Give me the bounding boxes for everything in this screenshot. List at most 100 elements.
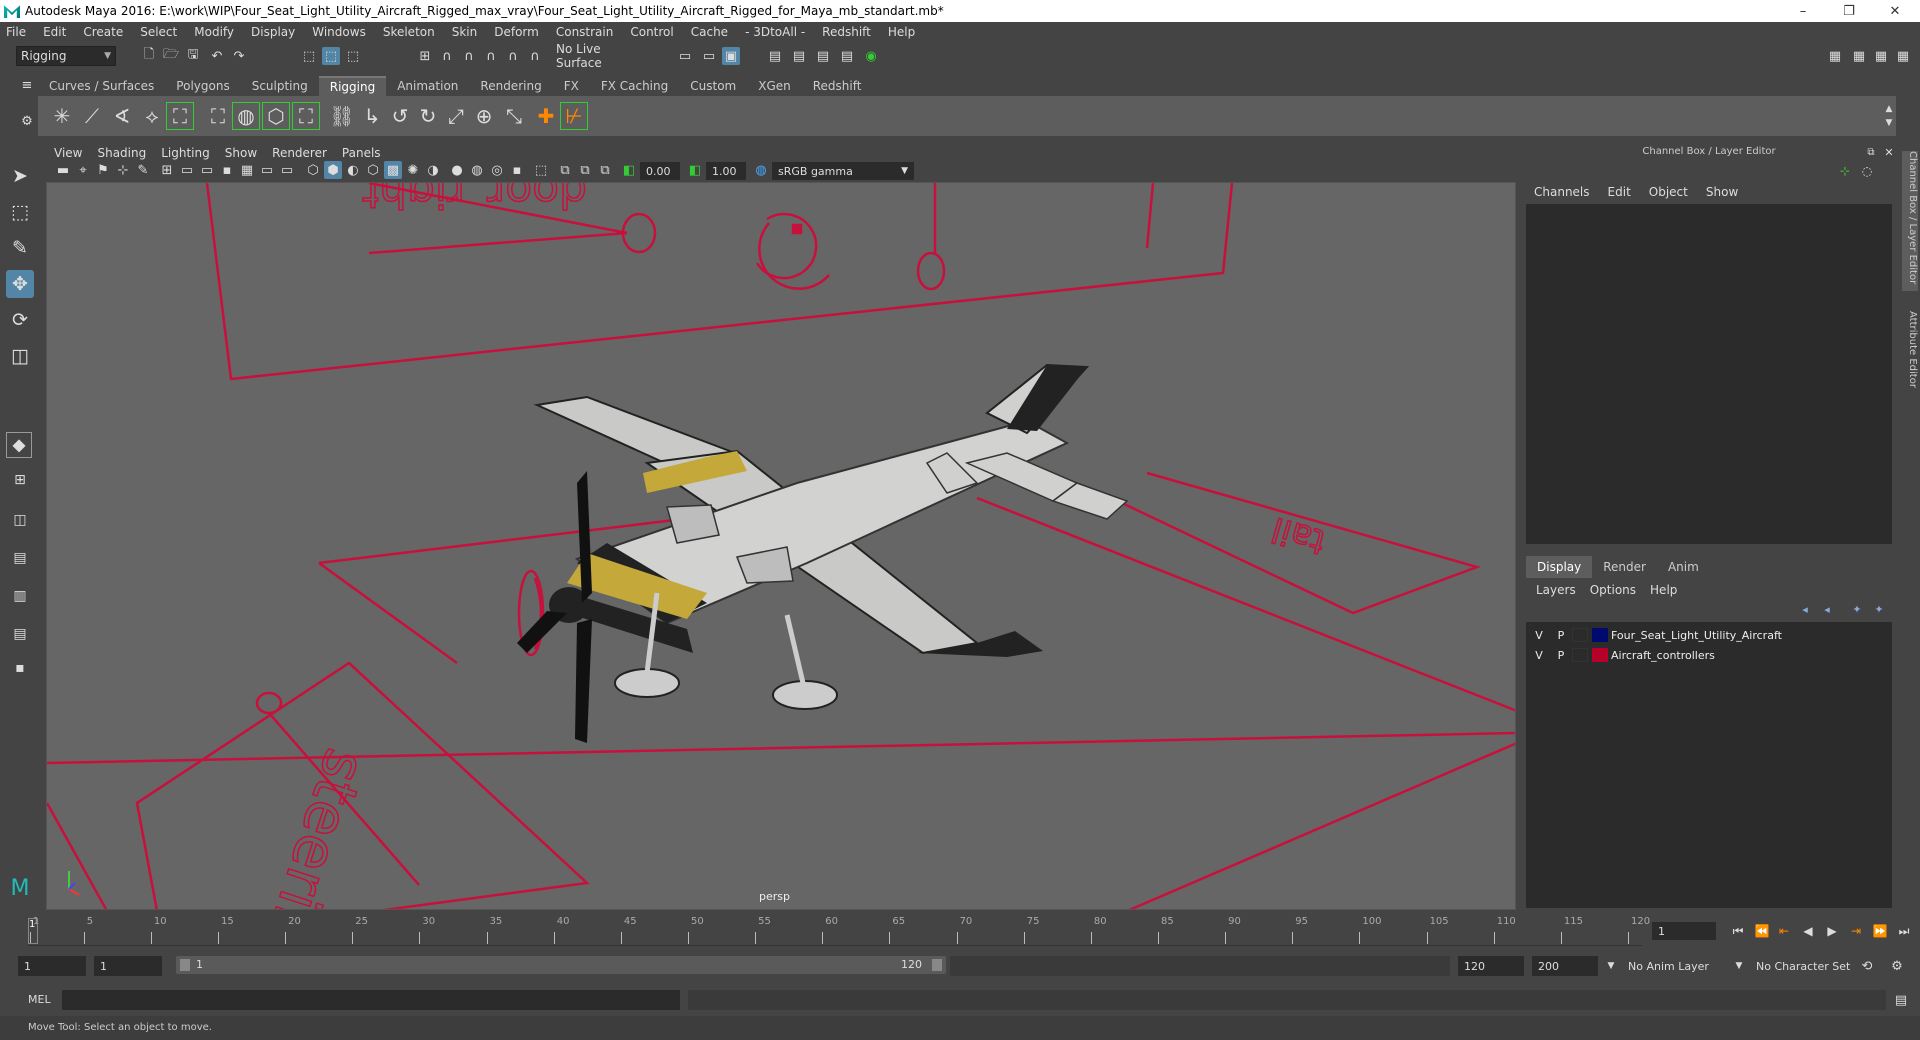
four-view-icon[interactable]: ⊞ (6, 466, 34, 494)
move-layer-down-icon[interactable]: ◂ (1818, 600, 1836, 618)
menu-cache[interactable]: Cache (691, 25, 728, 39)
chevron-down-icon[interactable]: ▼ (1602, 957, 1620, 975)
door-handle-knob[interactable] (621, 212, 657, 254)
menu-deform[interactable]: Deform (494, 25, 539, 39)
menu-help[interactable]: Help (888, 25, 915, 39)
go-to-start-icon[interactable]: ⏮ (1728, 922, 1748, 940)
quick-rig-icon[interactable]: ⟡ (138, 102, 166, 130)
le-menu-layers[interactable]: Layers (1536, 583, 1576, 597)
vp-menu-shading[interactable]: Shading (97, 146, 146, 160)
shadows-icon[interactable]: ◑ (424, 161, 442, 179)
live-surface-field[interactable]: No Live Surface (552, 42, 646, 70)
output-ops-icon[interactable]: ▭ (700, 47, 718, 65)
shelf-tab-xgen[interactable]: XGen (747, 76, 802, 96)
door-controller-curve[interactable] (205, 183, 1234, 381)
maximize-button[interactable]: ❐ (1826, 0, 1872, 22)
range-slider-track[interactable] (950, 956, 1450, 976)
le-menu-help[interactable]: Help (1650, 583, 1677, 597)
menu-create[interactable]: Create (83, 25, 123, 39)
depth-of-field-icon[interactable]: ▪ (508, 161, 526, 179)
chevron-down-icon[interactable]: ▼ (1730, 957, 1748, 975)
use-all-lights-icon[interactable]: ✺ (404, 161, 422, 179)
minimize-button[interactable]: – (1780, 0, 1826, 22)
scene-start-field[interactable]: 1 (18, 956, 86, 976)
snap-view-icon[interactable]: ∩ (482, 47, 500, 65)
custom-layout-icon[interactable]: ▪ (6, 654, 34, 682)
field-chart-icon[interactable]: ▦ (238, 161, 256, 179)
graph-persp-icon[interactable]: ▥ (6, 582, 34, 610)
mel-input[interactable] (62, 990, 680, 1010)
layer-playback[interactable]: P (1550, 629, 1572, 642)
ipr-render-icon[interactable]: ▤ (814, 47, 832, 65)
menu-set-dropdown[interactable]: Rigging ▼ (16, 46, 116, 66)
shelf-scroll-down-icon[interactable]: ▼ (1880, 114, 1898, 132)
move-tool-icon[interactable]: ✥ (6, 270, 34, 298)
pole-vector-icon[interactable]: ⊕ (470, 102, 498, 130)
scale-tool-icon[interactable]: ◫ (6, 342, 34, 370)
resolution-gate-icon[interactable]: ▭ (198, 161, 216, 179)
shelf-tab-sculpting[interactable]: Sculpting (241, 76, 319, 96)
layer-color-swatch[interactable] (1592, 648, 1608, 662)
float-panel-icon[interactable]: ⧉ (1862, 143, 1880, 161)
magnet-icon[interactable]: ∩ (526, 47, 544, 65)
xray-active-icon[interactable]: ⧉ (596, 161, 614, 179)
parent-constraint-icon[interactable]: ⛓ (328, 102, 356, 130)
cb-menu-channels[interactable]: Channels (1534, 185, 1590, 199)
paint-weights-icon[interactable]: ⊬ (560, 102, 588, 130)
two-d-pan-icon[interactable]: ⊹ (114, 161, 132, 179)
play-backwards-icon[interactable]: ◀ (1798, 922, 1818, 940)
screen-space-ao-icon[interactable]: ● (448, 161, 466, 179)
select-tool-icon[interactable]: ➤ (6, 162, 34, 190)
gate-mask-icon[interactable]: ▪ (218, 161, 236, 179)
shelf-tab-curves[interactable]: Curves / Surfaces (38, 76, 165, 96)
rotate-controller[interactable] (755, 212, 830, 290)
channel-box-area[interactable] (1526, 204, 1892, 544)
create-joints-icon[interactable]: ✳ (48, 102, 76, 130)
playback-end-field[interactable]: 120 (1458, 956, 1524, 976)
shelf-tab-custom[interactable]: Custom (679, 76, 747, 96)
bind-skin-icon[interactable]: ⛶ (204, 102, 232, 130)
redo-icon[interactable]: ↷ (230, 47, 248, 65)
tab-render[interactable]: Render (1592, 556, 1657, 578)
range-end-handle[interactable] (932, 959, 942, 971)
exposure-icon[interactable]: ◧ (620, 161, 638, 179)
new-empty-layer-icon[interactable]: ✦ (1848, 600, 1866, 618)
workspace-icon[interactable]: ▦ (1826, 47, 1844, 65)
shelf-tab-animation[interactable]: Animation (386, 76, 469, 96)
shelf-tab-rendering[interactable]: Rendering (469, 76, 552, 96)
menu-modify[interactable]: Modify (194, 25, 234, 39)
input-ops-icon[interactable]: ▭ (676, 47, 694, 65)
vp-menu-show[interactable]: Show (225, 146, 257, 160)
scene-canvas[interactable]: door_right tail steering (47, 183, 1516, 910)
scene-end-field[interactable]: 200 (1532, 956, 1598, 976)
camera-attributes-icon[interactable]: ▬ (54, 161, 72, 179)
xray-joints-icon[interactable]: ⧉ (576, 161, 594, 179)
menu-3dtoall[interactable]: - 3DtoAll - (745, 25, 805, 39)
outliner-persp-icon[interactable]: ▤ (6, 544, 34, 572)
step-back-icon[interactable]: ⏪ (1752, 922, 1772, 940)
grid-icon[interactable]: ⊞ (158, 161, 176, 179)
safe-action-icon[interactable]: ▭ (258, 161, 276, 179)
image-plane-icon[interactable]: ⚑ (94, 161, 112, 179)
grease-pencil-icon[interactable]: ✎ (134, 161, 152, 179)
cb-menu-object[interactable]: Object (1649, 185, 1688, 199)
menu-edit[interactable]: Edit (43, 25, 66, 39)
layer-type-toggle[interactable] (1572, 628, 1588, 642)
menu-control[interactable]: Control (630, 25, 673, 39)
scale-constraint-icon[interactable]: ⤢ (442, 102, 470, 130)
save-scene-icon[interactable]: 🖫 (184, 47, 202, 65)
hypershade-icon[interactable]: ◉ (862, 47, 880, 65)
shelf-tab-polygons[interactable]: Polygons (165, 76, 240, 96)
select-component-icon[interactable]: ⬚ (344, 47, 362, 65)
cb-menu-show[interactable]: Show (1706, 185, 1738, 199)
script-editor-icon[interactable]: ▤ (1892, 991, 1910, 1009)
single-view-icon[interactable]: ⬥ (6, 432, 32, 458)
new-scene-icon[interactable]: 🗋 (140, 47, 158, 65)
construction-history-icon[interactable]: ▣ (722, 47, 740, 65)
manipulator-icon[interactable]: ⊹ (1836, 162, 1854, 180)
anti-aliasing-icon[interactable]: ◎ (488, 161, 506, 179)
new-layer-selected-icon[interactable]: ✦ (1870, 600, 1888, 618)
snap-point-icon[interactable]: ∩ (460, 47, 478, 65)
film-gate-icon[interactable]: ▭ (178, 161, 196, 179)
locator-icon[interactable]: ✚ (532, 102, 560, 130)
